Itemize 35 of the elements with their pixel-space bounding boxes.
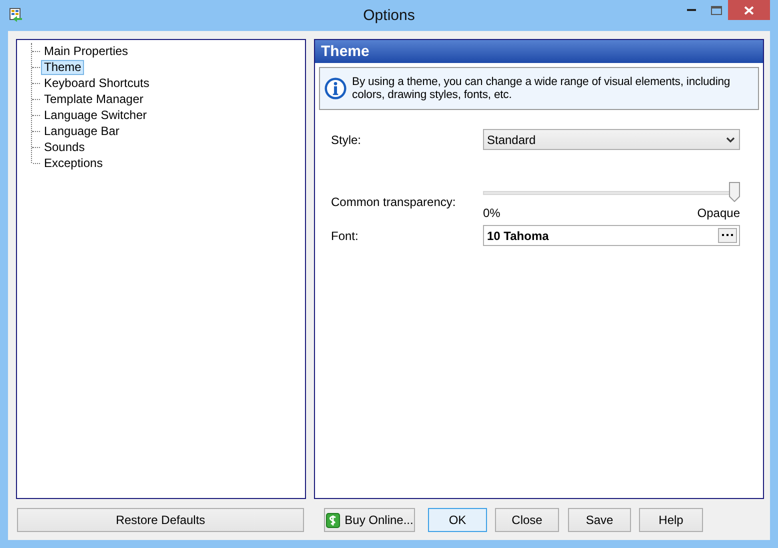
tree-item[interactable]: Sounds xyxy=(41,140,88,154)
window-title: Options xyxy=(362,7,416,24)
tree-item[interactable]: Template Manager xyxy=(41,92,146,106)
field-label: Style: xyxy=(331,132,362,146)
dialog-button[interactable]: Restore Defaults xyxy=(17,508,304,532)
minimize-icon xyxy=(686,9,696,11)
field-label: Font: xyxy=(331,228,360,242)
tree-item[interactable]: Language Bar xyxy=(41,124,122,138)
font-field[interactable]: 10 Tahoma xyxy=(483,225,740,246)
dialog-button[interactable]: Buy Online... xyxy=(324,508,415,532)
ellipsis-icon xyxy=(722,234,733,237)
close-button[interactable] xyxy=(728,0,770,20)
maximize-icon xyxy=(710,6,722,14)
tree-item[interactable]: Exceptions xyxy=(41,156,106,170)
dialog-button[interactable]: Close xyxy=(495,508,559,532)
transparency-slider[interactable] xyxy=(483,183,740,204)
tree-item[interactable]: Keyboard Shortcuts xyxy=(41,76,152,90)
slider-min-label: 0% xyxy=(483,206,500,220)
dialog-button[interactable]: Save xyxy=(568,508,631,532)
dialog-button[interactable]: Help xyxy=(639,508,703,532)
close-icon xyxy=(744,6,754,14)
money-icon xyxy=(326,512,340,528)
field-label: Common transparency: xyxy=(331,194,457,208)
slider-thumb[interactable] xyxy=(729,182,740,202)
tree-item[interactable]: Theme xyxy=(41,60,84,74)
info-text: By using a theme, you can change a wide range of visual elements, including colors, drawing styles, fonts, etc. xyxy=(352,76,732,102)
tree-item[interactable]: Language Switcher xyxy=(41,108,150,122)
panel-title: Theme xyxy=(315,40,763,63)
dialog-button[interactable]: OK xyxy=(428,508,487,532)
style-dropdown[interactable]: Standard xyxy=(483,129,740,150)
slider-max-label: Opaque xyxy=(697,206,740,220)
tree-item[interactable]: Main Properties xyxy=(41,44,132,58)
chevron-icon xyxy=(726,136,735,142)
more-button[interactable] xyxy=(718,228,737,243)
app-icon xyxy=(9,8,23,23)
